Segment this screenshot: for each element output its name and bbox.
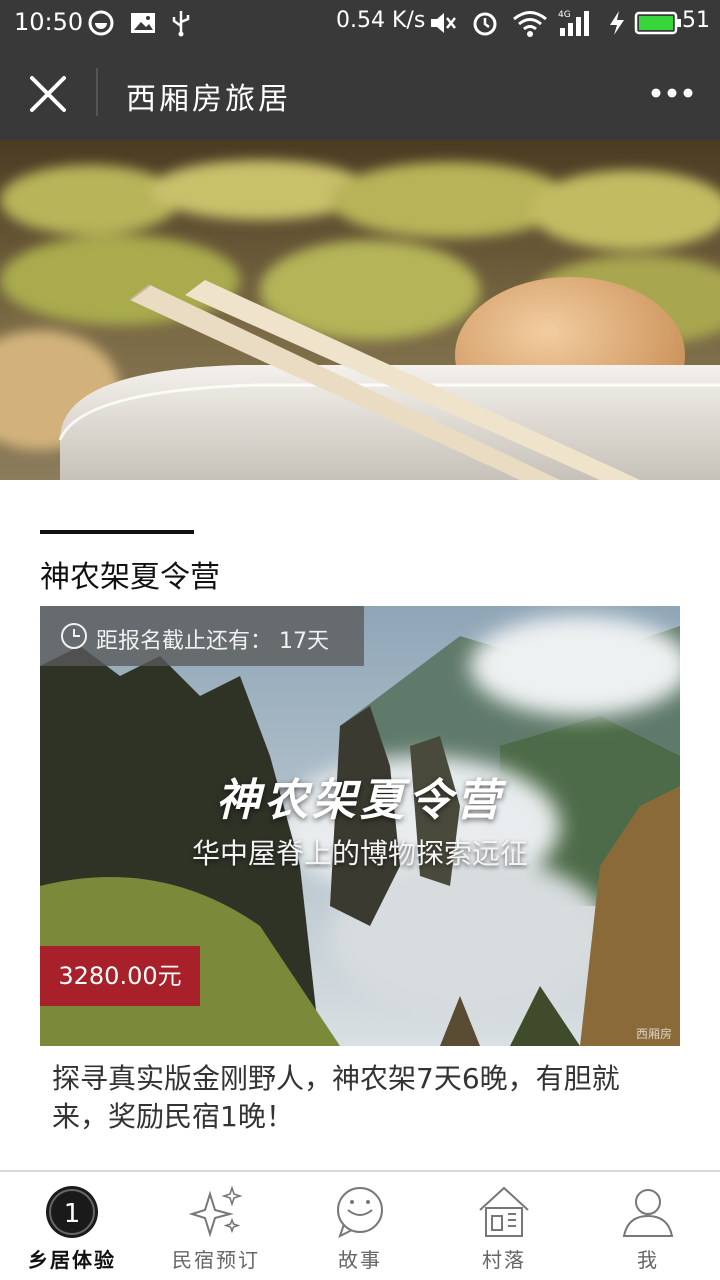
tab-label: 我 xyxy=(637,1248,659,1272)
camp-card[interactable]: 距报名截止还有： 17天 神农架夏令营 华中屋脊上的博物探索远征 3280.00… xyxy=(40,606,680,1046)
charging-icon xyxy=(610,11,624,35)
network-speed: 0.54 K/s xyxy=(336,8,426,33)
card-subtitle: 华中屋脊上的博物探索远征 xyxy=(191,837,528,870)
mute-icon xyxy=(431,13,456,33)
price-tag: 3280.00元 xyxy=(40,946,200,1006)
tab-stories[interactable]: 故事 xyxy=(288,1172,432,1280)
tab-label: 乡居体验 xyxy=(28,1248,116,1272)
tab-villages[interactable]: 村落 xyxy=(432,1172,576,1280)
chat-bubble-icon xyxy=(337,1187,383,1238)
battery-level: 51 xyxy=(682,8,710,33)
section-rule xyxy=(40,530,194,534)
deadline-badge: 距报名截止还有： 17天 xyxy=(40,606,364,666)
image-icon xyxy=(131,13,155,33)
card-headline: 神农架夏令营 xyxy=(216,775,504,826)
sparkle-icon xyxy=(188,1185,243,1238)
tab-rural-experience[interactable]: 1 乡居体验 xyxy=(0,1172,144,1280)
svg-text:4G: 4G xyxy=(558,10,571,20)
deadline-text: 距报名截止还有： 17天 xyxy=(96,629,329,654)
wifi-icon xyxy=(513,11,547,37)
more-icon[interactable] xyxy=(648,78,696,108)
page-title: 西厢房旅居 xyxy=(126,82,291,117)
tab-homestay-booking[interactable]: 民宿预订 xyxy=(144,1172,288,1280)
whatsapp-icon xyxy=(88,10,114,36)
nav-divider xyxy=(96,68,98,116)
clock-icon xyxy=(61,623,87,649)
card-description[interactable]: 探寻真实版金刚野人，神农架7天6晚，有胆就来，奖励民宿1晚！ xyxy=(52,1060,672,1136)
svg-text:1: 1 xyxy=(64,1199,81,1229)
person-icon xyxy=(622,1189,674,1237)
section-title: 神农架夏令营 xyxy=(40,560,220,595)
tab-bar: 1 乡居体验 民宿预订 故事 村落 我 xyxy=(0,1170,720,1280)
village-icon xyxy=(479,1186,529,1237)
battery-icon xyxy=(634,11,681,35)
tab-me[interactable]: 我 xyxy=(576,1172,720,1280)
signal-icon: 4G xyxy=(558,10,589,36)
nav-bar: 西厢房旅居 xyxy=(0,48,720,140)
watermark: 西厢房 xyxy=(635,1027,672,1041)
tab-label: 故事 xyxy=(338,1248,382,1272)
close-icon[interactable] xyxy=(22,72,74,116)
banner-image xyxy=(0,140,720,480)
badge-1-icon: 1 xyxy=(46,1186,98,1238)
usb-icon xyxy=(172,11,190,37)
status-time: 10:50 xyxy=(14,8,84,36)
tab-label: 村落 xyxy=(482,1248,526,1272)
banner-carousel[interactable] xyxy=(0,140,720,480)
status-bar: 10:50 0.54 K/s 4G 51 xyxy=(0,0,720,48)
tab-label: 民宿预订 xyxy=(172,1248,260,1272)
alarm-icon xyxy=(473,12,497,36)
